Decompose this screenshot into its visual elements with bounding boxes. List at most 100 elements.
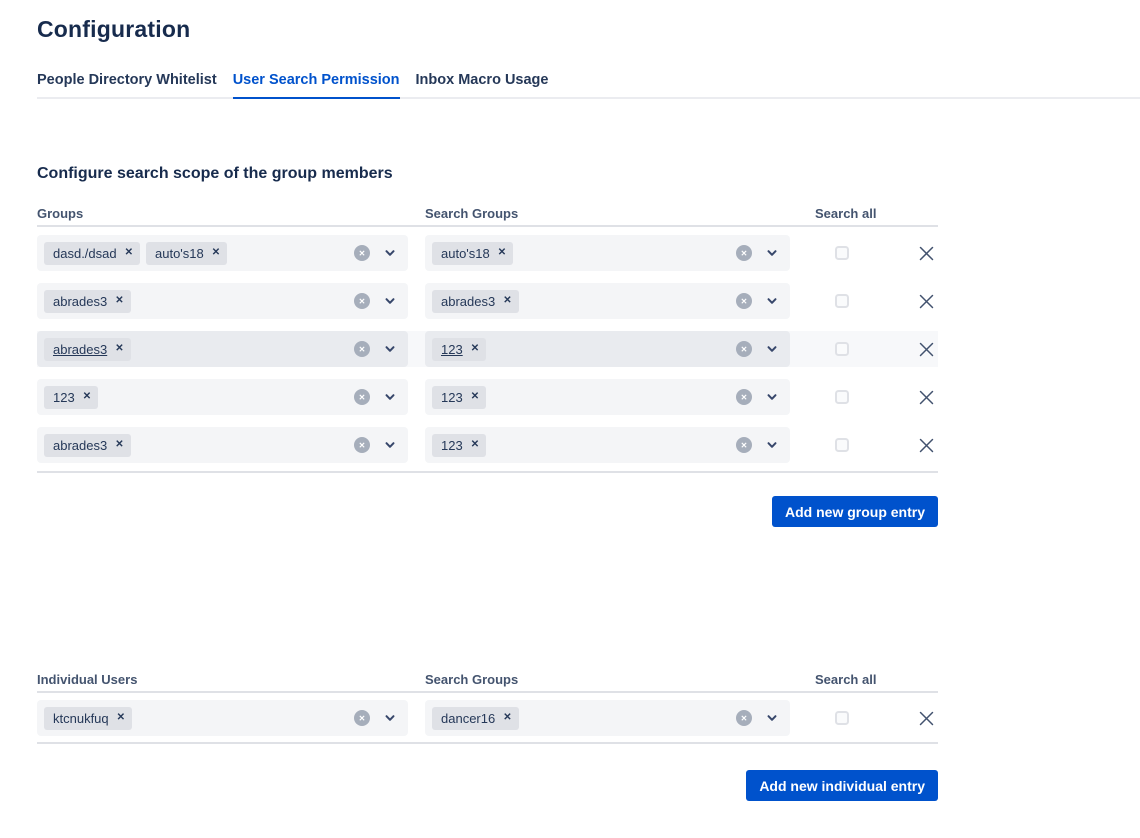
select-controls: ✕ [354, 710, 402, 726]
row-actions [807, 235, 938, 271]
delete-row-button[interactable] [917, 244, 936, 263]
remove-tag-icon[interactable]: ✕ [498, 248, 506, 258]
tag-chip: dancer16✕ [432, 707, 519, 730]
tag-chip: 123✕ [44, 386, 98, 409]
search-all-checkbox[interactable] [835, 342, 849, 356]
remove-tag-icon[interactable]: ✕ [115, 440, 123, 450]
clear-all-icon[interactable]: ✕ [354, 437, 370, 453]
chevron-down-icon[interactable] [765, 438, 779, 452]
multi-select-input[interactable]: 123 ✕ ✕ [425, 379, 790, 415]
chevron-down-icon[interactable] [765, 342, 779, 356]
search-all-checkbox[interactable] [835, 294, 849, 308]
column-header-individual-users: Individual Users [37, 672, 408, 687]
delete-row-button[interactable] [917, 388, 936, 407]
selected-tags: abrades3✕ [44, 290, 131, 313]
multi-select-input[interactable]: ktcnukfuq ✕ ✕ [37, 700, 408, 736]
search-all-checkbox[interactable] [835, 438, 849, 452]
tag-label: abrades3 [53, 438, 107, 453]
chevron-down-icon[interactable] [765, 711, 779, 725]
multi-select-input[interactable]: auto's18✕✕ [425, 235, 790, 271]
clear-all-icon[interactable]: ✕ [736, 437, 752, 453]
multi-select-input[interactable]: abrades3✕✕ [425, 283, 790, 319]
select-controls: ✕ [736, 341, 784, 357]
remove-tag-icon[interactable]: ✕ [212, 248, 220, 258]
chevron-down-icon[interactable] [383, 438, 397, 452]
remove-tag-icon[interactable]: ✕ [117, 713, 125, 723]
clear-all-icon[interactable]: ✕ [354, 341, 370, 357]
remove-tag-icon[interactable]: ✕ [471, 344, 479, 354]
row-actions [807, 379, 938, 415]
chevron-down-icon[interactable] [765, 390, 779, 404]
selected-tags: 123✕ [44, 386, 98, 409]
tag-label: 123 [441, 342, 463, 357]
chevron-down-icon[interactable] [383, 390, 397, 404]
remove-tag-icon[interactable]: ✕ [471, 440, 479, 450]
multi-select-input[interactable]: dancer16✕✕ [425, 700, 790, 736]
tag-chip: abrades3✕ [44, 338, 131, 361]
remove-tag-icon[interactable]: ✕ [471, 392, 479, 402]
clear-all-icon[interactable]: ✕ [354, 710, 370, 726]
clear-all-icon[interactable]: ✕ [736, 245, 752, 261]
tab-inbox-macro-usage[interactable]: Inbox Macro Usage [416, 72, 549, 99]
selected-tags: auto's18✕ [432, 242, 513, 265]
search-all-checkbox[interactable] [835, 246, 849, 260]
tag-label: ktcnukfuq [53, 711, 109, 726]
tag-chip: abrades3 ✕ [44, 434, 131, 457]
multi-select-input[interactable]: 123✕✕ [37, 379, 408, 415]
tag-label: auto's18 [155, 246, 204, 261]
clear-all-icon[interactable]: ✕ [736, 389, 752, 405]
delete-row-button[interactable] [917, 340, 936, 359]
delete-row-button[interactable] [917, 292, 936, 311]
search-all-checkbox[interactable] [835, 711, 849, 725]
tab-people-directory-whitelist[interactable]: People Directory Whitelist [37, 72, 217, 99]
clear-all-icon[interactable]: ✕ [736, 293, 752, 309]
delete-row-button[interactable] [917, 436, 936, 455]
chevron-down-icon[interactable] [383, 711, 397, 725]
tag-chip: auto's18✕ [432, 242, 513, 265]
remove-tag-icon[interactable]: ✕ [83, 392, 91, 402]
clear-all-icon[interactable]: ✕ [354, 389, 370, 405]
column-header-groups: Groups [37, 206, 408, 221]
chevron-down-icon[interactable] [383, 342, 397, 356]
tag-label: 123 [441, 390, 463, 405]
multi-select-input[interactable]: abrades3✕✕ [37, 331, 408, 367]
chevron-down-icon[interactable] [765, 294, 779, 308]
row-actions [807, 427, 938, 463]
multi-select-input[interactable]: abrades3 ✕ ✕ [37, 427, 408, 463]
tag-chip: 123 ✕ [432, 386, 486, 409]
chevron-down-icon[interactable] [383, 246, 397, 260]
chevron-down-icon[interactable] [765, 246, 779, 260]
remove-tag-icon[interactable]: ✕ [503, 713, 511, 723]
remove-tag-icon[interactable]: ✕ [115, 344, 123, 354]
clear-all-icon[interactable]: ✕ [736, 341, 752, 357]
clear-all-icon[interactable]: ✕ [736, 710, 752, 726]
remove-tag-icon[interactable]: ✕ [125, 248, 133, 258]
selected-tags: 123 ✕ [432, 386, 486, 409]
remove-tag-icon[interactable]: ✕ [115, 296, 123, 306]
clear-all-icon[interactable]: ✕ [354, 293, 370, 309]
multi-select-input[interactable]: dasd./dsad✕auto's18✕✕ [37, 235, 408, 271]
select-controls: ✕ [736, 710, 784, 726]
page-title: Configuration [37, 16, 1140, 43]
select-controls: ✕ [354, 245, 402, 261]
x-icon [917, 709, 936, 728]
add-new-individual-entry-button[interactable]: Add new individual entry [746, 770, 938, 801]
table-row: abrades3✕✕abrades3✕✕ [37, 283, 938, 319]
clear-all-icon[interactable]: ✕ [354, 245, 370, 261]
tab-user-search-permission[interactable]: User Search Permission [233, 72, 400, 99]
select-controls: ✕ [736, 245, 784, 261]
selected-tags: 123✕ [432, 434, 486, 457]
select-controls: ✕ [736, 437, 784, 453]
x-icon [917, 292, 936, 311]
selected-tags: dasd./dsad✕auto's18✕ [44, 242, 227, 265]
add-new-group-entry-button[interactable]: Add new group entry [772, 496, 938, 527]
chevron-down-icon[interactable] [383, 294, 397, 308]
main-content: Configure search scope of the group memb… [37, 164, 938, 801]
multi-select-input[interactable]: 123✕✕ [425, 427, 790, 463]
remove-tag-icon[interactable]: ✕ [503, 296, 511, 306]
delete-row-button[interactable] [917, 709, 936, 728]
multi-select-input[interactable]: abrades3✕✕ [37, 283, 408, 319]
search-all-checkbox[interactable] [835, 390, 849, 404]
multi-select-input[interactable]: 123 ✕ ✕ [425, 331, 790, 367]
column-header-search-all: Search all [807, 206, 938, 221]
